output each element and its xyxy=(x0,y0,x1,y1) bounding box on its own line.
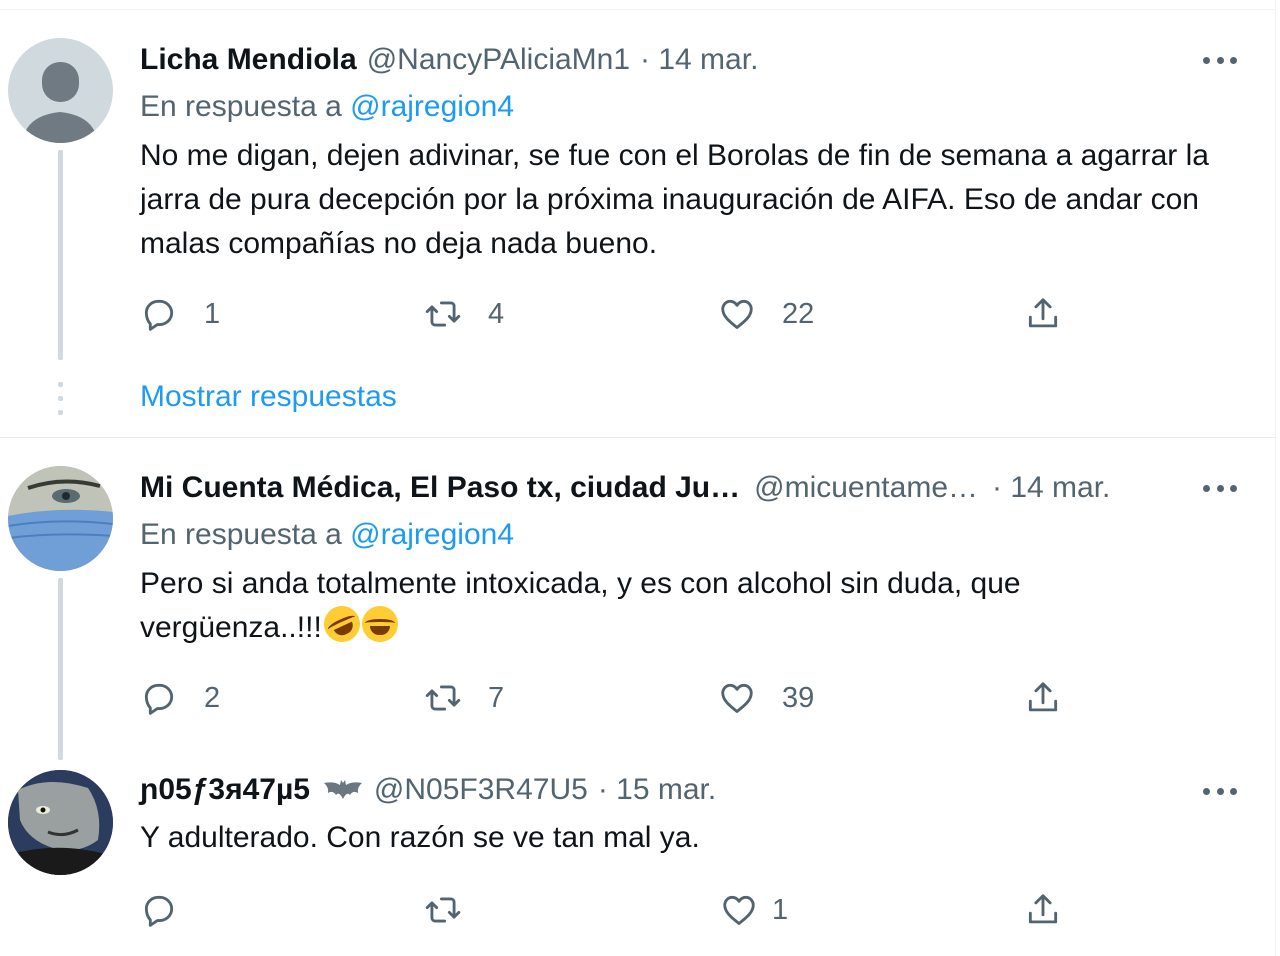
author-handle[interactable]: @N05F3R47U5 xyxy=(374,773,588,807)
reply-icon xyxy=(144,683,174,715)
avatar-nosferatu[interactable] xyxy=(8,770,113,875)
reply-context: En respuesta a @rajregion4 xyxy=(140,518,514,552)
reply-button[interactable]: 2 xyxy=(140,676,220,720)
timestamp[interactable]: · 14 mar. xyxy=(640,43,758,77)
avatar-masked-face[interactable] xyxy=(8,466,113,571)
author-handle[interactable]: @micuentame… xyxy=(754,471,978,505)
like-button[interactable]: 22 xyxy=(718,292,814,336)
like-button[interactable]: 1 xyxy=(720,888,788,932)
author-name[interactable]: ɲ05ƒ3я47µ5 xyxy=(140,773,310,807)
show-replies-link[interactable]: Mostrar respuestas xyxy=(140,380,397,414)
reply-prefix: En respuesta a xyxy=(140,518,342,551)
rolling-on-floor-laughing-emoji xyxy=(317,600,366,648)
like-button[interactable]: 39 xyxy=(718,676,814,720)
reply-context: En respuesta a @rajregion4 xyxy=(140,90,514,124)
bat-icon xyxy=(322,777,364,803)
share-button[interactable] xyxy=(1024,676,1062,720)
timestamp[interactable]: · 15 mar. xyxy=(598,773,716,807)
like-count: 22 xyxy=(782,297,815,330)
share-icon xyxy=(1028,298,1058,328)
reply-prefix: En respuesta a xyxy=(140,90,342,123)
action-bar: 2 7 39 xyxy=(140,676,1240,720)
retweet-button[interactable] xyxy=(424,888,462,932)
tweet-text: Y adulterado. Con razón se ve tan mal ya… xyxy=(140,821,700,854)
author-handle[interactable]: @NancyPAliciaMn1 xyxy=(367,43,630,77)
tweet-micuentamedica[interactable]: Mi Cuenta Médica, El Paso tx, ciudad Ju…… xyxy=(0,438,1276,760)
tweet-text-line1: Pero si anda totalmente intoxicada, y es… xyxy=(140,567,1021,600)
thread-line xyxy=(58,578,63,760)
retweet-icon xyxy=(425,897,461,923)
tweet-text-line2-text: vergüenza..!!! xyxy=(140,611,322,644)
author-name[interactable]: Mi Cuenta Médica, El Paso tx, ciudad Ju… xyxy=(140,471,740,505)
reply-button[interactable]: 1 xyxy=(140,292,220,336)
like-icon xyxy=(721,683,753,713)
reply-icon xyxy=(144,299,174,331)
share-button[interactable] xyxy=(1024,888,1062,932)
tears-of-joy-emoji xyxy=(361,606,398,642)
retweet-count: 7 xyxy=(488,681,505,714)
like-icon xyxy=(721,299,753,329)
tweet-nosferatus[interactable]: ɲ05ƒ3я47µ5 @N05F3R47U5 · 15 mar. Y adult… xyxy=(0,758,1276,956)
more-icon[interactable] xyxy=(1203,481,1237,495)
tweet-licha[interactable]: Licha Mendiola @NancyPAliciaMn1 · 14 mar… xyxy=(0,0,1276,438)
action-bar: 1 xyxy=(140,888,1240,932)
retweet-button[interactable]: 7 xyxy=(424,676,504,720)
tweet-text: No me digan, dejen adivinar, se fue con … xyxy=(140,139,1209,260)
reply-handle-link[interactable]: @rajregion4 xyxy=(350,518,514,551)
author-name[interactable]: Licha Mendiola xyxy=(140,43,357,77)
reply-icon xyxy=(144,895,174,927)
retweet-count: 4 xyxy=(488,297,505,330)
like-count: 39 xyxy=(782,681,815,714)
reply-handle-link[interactable]: @rajregion4 xyxy=(350,90,514,123)
share-button[interactable] xyxy=(1024,292,1062,336)
thread-dots xyxy=(58,382,63,424)
timestamp[interactable]: · 14 mar. xyxy=(992,471,1110,505)
action-bar: 1 4 22 xyxy=(140,292,1240,336)
reply-count: 2 xyxy=(204,681,221,714)
like-count: 1 xyxy=(772,893,789,926)
tweet-text-line2: vergüenza..!!! xyxy=(140,600,1250,650)
retweet-icon xyxy=(425,301,461,327)
retweet-icon xyxy=(425,685,461,711)
like-icon xyxy=(723,895,755,925)
thread-line xyxy=(58,150,63,360)
reply-button[interactable] xyxy=(140,888,178,932)
share-icon xyxy=(1028,894,1058,924)
retweet-button[interactable]: 4 xyxy=(424,292,504,336)
avatar-default[interactable] xyxy=(8,38,113,143)
more-icon[interactable] xyxy=(1203,53,1237,67)
share-icon xyxy=(1028,682,1058,712)
tweet-text: Pero si anda totalmente intoxicada, y es… xyxy=(140,562,1250,650)
reply-count: 1 xyxy=(204,297,221,330)
more-icon[interactable] xyxy=(1203,784,1237,798)
